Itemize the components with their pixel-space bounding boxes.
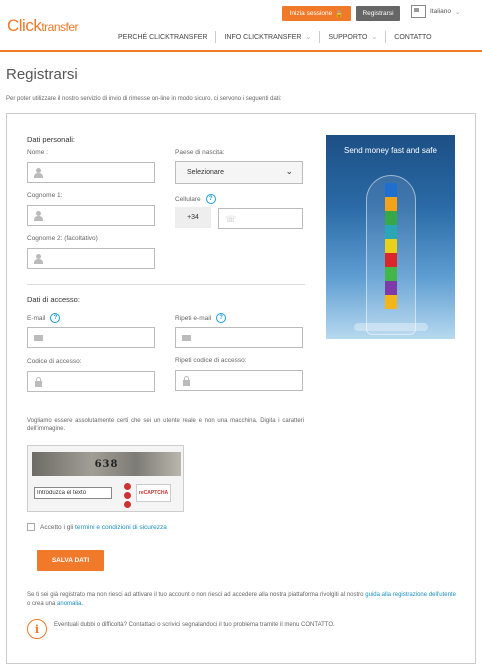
phone-icon: ☏ <box>225 214 237 224</box>
language-selector[interactable]: Italiano ⌄ <box>411 5 460 18</box>
terms-label: Accetto i gli termini e condizioni di si… <box>40 524 167 531</box>
lock-icon: 🔒 <box>335 10 344 18</box>
refresh-icon[interactable] <box>124 483 131 490</box>
cube-graphic <box>385 239 397 253</box>
terms-link[interactable]: termini e condizioni di sicurezza <box>75 524 167 531</box>
captcha-input[interactable] <box>34 487 112 499</box>
user-icon <box>34 211 43 221</box>
chevron-down-icon: ⌄ <box>371 34 378 41</box>
section-divider <box>27 284 305 285</box>
cube-graphic <box>385 183 397 197</box>
mobile-label-row: Cellulare ? <box>175 194 216 204</box>
user-icon <box>34 168 43 178</box>
cube-graphic <box>385 197 397 211</box>
main-nav: PERCHÉ CLICKTRANSFER INFO CLICKTRANSFER ⌄… <box>110 31 440 43</box>
country-label: Paese di nascita: <box>175 149 225 156</box>
nav-label: CONTATTO <box>394 33 432 41</box>
language-label: Italiano <box>430 8 451 15</box>
note-text: o crea una <box>27 600 58 607</box>
terms-checkbox[interactable] <box>27 523 35 531</box>
login-button-label: Inizia sessione <box>289 10 333 17</box>
note-text: . <box>81 600 84 607</box>
page-intro: Per poter utilizzare il nostro servizio … <box>6 96 282 102</box>
terms-prefix: Accetto i gli <box>40 523 76 531</box>
mail-icon <box>34 333 43 343</box>
register-button-label: Registrarsi <box>362 10 394 17</box>
mobile-field[interactable]: ☏ <box>218 208 303 229</box>
audio-icon[interactable] <box>124 492 131 499</box>
cube-graphic <box>385 225 397 239</box>
email-repeat-label: Ripeti e-mail <box>175 314 212 322</box>
mobile-prefix: +34 <box>175 207 211 228</box>
nav-item-supporto[interactable]: SUPPORTO ⌄ <box>319 31 385 43</box>
note-text: Se ti sei già registrato ma non riesci a… <box>27 592 366 598</box>
help-icon[interactable] <box>124 501 131 508</box>
language-flag-icon <box>411 5 426 18</box>
info-alert-icon: i <box>27 619 47 639</box>
country-select-value: Selezionare <box>187 169 224 176</box>
login-button[interactable]: Inizia sessione 🔒 <box>282 6 351 21</box>
register-button[interactable]: Registrarsi <box>356 6 400 21</box>
captcha-tools <box>124 483 131 508</box>
cube-graphic <box>385 295 397 309</box>
cube-graphic <box>385 211 397 225</box>
mail-icon <box>182 333 191 343</box>
nav-item-info[interactable]: INFO CLICKTRANSFER ⌄ <box>215 31 319 43</box>
jar-base-graphic <box>354 323 428 331</box>
cube-graphic <box>385 281 397 295</box>
name-label: Nome : <box>27 149 48 156</box>
site-header: Clicktransfer Inizia sessione 🔒 Registra… <box>0 0 482 52</box>
registration-help-note: Se ti sei già registrato ma non riesci a… <box>27 591 456 608</box>
terms-row: Accetto i gli termini e condizioni di si… <box>27 523 167 531</box>
lock-icon <box>34 377 43 387</box>
lock-icon <box>182 376 191 386</box>
promo-image: Send money fast and safe <box>326 135 455 339</box>
info-icon[interactable]: ? <box>205 194 216 204</box>
access-data-title: Dati di accesso: <box>27 295 80 304</box>
logo-text-click: Click <box>7 16 42 35</box>
name-field[interactable] <box>27 162 155 183</box>
chevron-down-icon: ⌄ <box>285 166 293 176</box>
surname1-label: Cognome 1: <box>27 192 63 199</box>
promo-text: Send money fast and safe <box>344 146 437 155</box>
nav-label: INFO CLICKTRANSFER <box>224 33 302 41</box>
mobile-label: Cellulare <box>175 195 201 203</box>
chevron-down-icon: ⌄ <box>305 34 312 41</box>
email-label: E-mail <box>27 314 46 322</box>
nav-item-contatto[interactable]: CONTATTO <box>385 31 439 43</box>
code-label: Codice di accesso: <box>27 358 82 365</box>
anomaly-link[interactable]: anomalia <box>57 601 81 607</box>
guide-link[interactable]: guida alla registrazione dell'utente <box>365 592 456 598</box>
country-select[interactable]: Selezionare ⌄ <box>175 161 303 184</box>
cube-graphic <box>385 253 397 267</box>
nav-item-perche[interactable]: PERCHÉ CLICKTRANSFER <box>110 31 215 43</box>
surname2-field[interactable] <box>27 248 155 269</box>
code-repeat-label: Ripeti codice di accesso: <box>175 357 247 364</box>
save-button[interactable]: SALVA DATI <box>37 550 104 571</box>
nav-label: PERCHÉ CLICKTRANSFER <box>118 33 208 41</box>
access-code-repeat-field[interactable] <box>175 370 303 391</box>
user-icon <box>34 254 43 264</box>
captcha-widget: 638 reCAPTCHA <box>27 445 184 512</box>
nav-label: SUPPORTO <box>328 33 368 41</box>
recaptcha-logo: reCAPTCHA <box>136 484 171 502</box>
page-title: Registrarsi <box>6 66 78 83</box>
access-code-field[interactable] <box>27 371 155 392</box>
contact-hint: Eventuali dubbi o difficoltà? Contattaci… <box>54 622 335 628</box>
chevron-down-icon: ⌄ <box>454 8 461 16</box>
info-icon[interactable]: ? <box>216 313 227 323</box>
surname2-label: Cognome 2: (facoltativo) <box>27 235 98 242</box>
email-label-row: E-mail ? <box>27 313 61 323</box>
email-repeat-field[interactable] <box>175 327 303 348</box>
email-repeat-label-row: Ripeti e-mail ? <box>175 313 227 323</box>
email-field[interactable] <box>27 327 155 348</box>
cube-graphic <box>385 267 397 281</box>
clicktransfer-logo[interactable]: Clicktransfer <box>7 16 79 36</box>
surname1-field[interactable] <box>27 205 155 226</box>
captcha-intro: Vogliamo essere assolutamente certi che … <box>27 418 304 433</box>
logo-text-transfer: transfer <box>41 20 79 34</box>
captcha-image: 638 <box>32 452 181 476</box>
info-icon[interactable]: ? <box>50 313 61 323</box>
personal-data-title: Dati personali: <box>27 135 75 144</box>
